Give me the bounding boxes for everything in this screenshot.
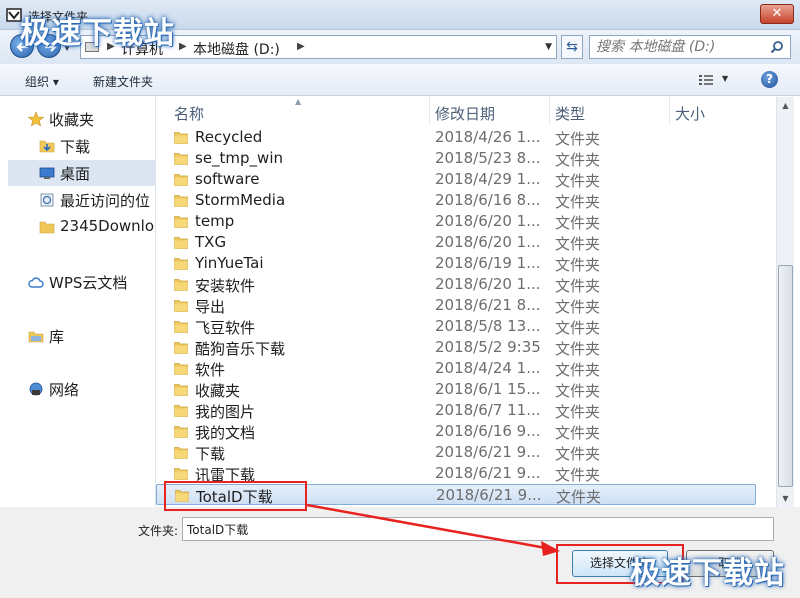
watermark-bottom: 极速下载站: [630, 556, 785, 591]
annotation-arrow: [306, 503, 560, 556]
watermark-top: 极速下载站: [20, 16, 175, 51]
